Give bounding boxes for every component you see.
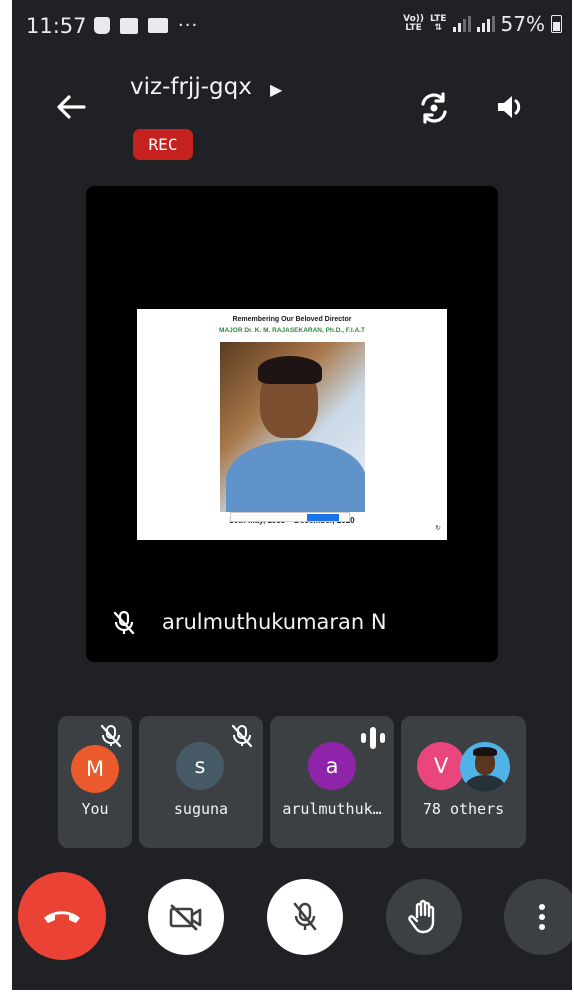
volte-sub-label: LTE bbox=[405, 23, 422, 33]
microphone-toggle-button[interactable] bbox=[267, 879, 343, 955]
more-options-button[interactable] bbox=[504, 879, 572, 955]
lte-icon: LTE ⇅ bbox=[430, 15, 447, 33]
signal-2-icon bbox=[476, 16, 495, 32]
camera-toggle-button[interactable] bbox=[148, 879, 224, 955]
participant-tile-you[interactable]: M You bbox=[58, 716, 132, 848]
main-video-tile[interactable]: Remembering Our Beloved Director MAJOR D… bbox=[86, 186, 498, 662]
avatar: s bbox=[176, 742, 224, 790]
muted-mic-icon bbox=[231, 724, 253, 748]
participant-label: You bbox=[81, 800, 109, 818]
camera-off-icon bbox=[169, 904, 202, 931]
shared-presentation-slide: Remembering Our Beloved Director MAJOR D… bbox=[137, 309, 447, 540]
volte-icon: Vo)) LTE bbox=[403, 15, 424, 33]
raise-hand-button[interactable] bbox=[386, 879, 462, 955]
status-time: 11:57 bbox=[26, 14, 87, 38]
end-call-button[interactable] bbox=[18, 872, 106, 960]
stop-sharing-button bbox=[307, 514, 339, 521]
participant-label: suguna bbox=[173, 800, 229, 818]
avatar: M bbox=[71, 745, 119, 793]
phone-hangup-icon bbox=[44, 911, 80, 923]
meeting-details-arrow-icon[interactable]: ▶ bbox=[270, 80, 282, 99]
speaking-indicator-icon bbox=[361, 727, 385, 749]
participant-label: arulmuthuk… bbox=[282, 800, 382, 818]
more-vert-icon bbox=[539, 904, 545, 930]
more-notifications-icon: ··· bbox=[178, 15, 199, 36]
slide-subtitle: MAJOR Dr. K. M. RAJASEKARAN, Ph.D., F.I.… bbox=[219, 327, 365, 334]
avatar: V bbox=[417, 742, 465, 790]
lte-arrows: ⇅ bbox=[434, 23, 443, 33]
status-bar: 11:57 ··· Vo)) LTE LTE ⇅ 57% bbox=[12, 0, 572, 52]
shopping-bag-icon bbox=[94, 17, 110, 34]
meeting-code[interactable]: viz-frjj-gqx bbox=[130, 74, 252, 100]
recording-badge: REC bbox=[133, 129, 193, 160]
participant-tile-others[interactable]: V 78 others bbox=[401, 716, 526, 848]
mic-off-icon bbox=[293, 902, 317, 931]
participant-tile-suguna[interactable]: s suguna bbox=[139, 716, 263, 848]
speaker-icon[interactable] bbox=[494, 90, 528, 124]
speaker-name: arulmuthukumaran N bbox=[162, 610, 387, 634]
switch-camera-icon[interactable] bbox=[416, 90, 452, 126]
system-icons: Vo)) LTE LTE ⇅ 57% bbox=[403, 12, 562, 36]
slide-title: Remembering Our Beloved Director bbox=[232, 316, 352, 323]
battery-icon bbox=[551, 15, 562, 33]
participant-photo-avatar bbox=[460, 742, 510, 792]
meet-screen: 11:57 ··· Vo)) LTE LTE ⇅ 57% viz-frjj-gq… bbox=[12, 0, 572, 990]
back-arrow-icon[interactable] bbox=[54, 90, 88, 124]
folder-icon bbox=[148, 18, 168, 33]
participant-label: 78 others bbox=[422, 800, 505, 818]
signal-1-icon bbox=[452, 16, 471, 32]
slide-corner-mark: ↻ bbox=[435, 524, 441, 532]
muted-mic-icon bbox=[100, 724, 122, 748]
avatar: a bbox=[308, 742, 356, 790]
gallery-icon bbox=[120, 17, 138, 34]
muted-mic-icon bbox=[113, 610, 135, 635]
raise-hand-icon bbox=[408, 899, 435, 934]
notification-icons: ··· bbox=[94, 15, 198, 36]
battery-percent: 57% bbox=[500, 12, 545, 36]
participant-tile-arulmuthukumaran[interactable]: a arulmuthuk… bbox=[270, 716, 394, 848]
portrait-image bbox=[220, 342, 365, 512]
